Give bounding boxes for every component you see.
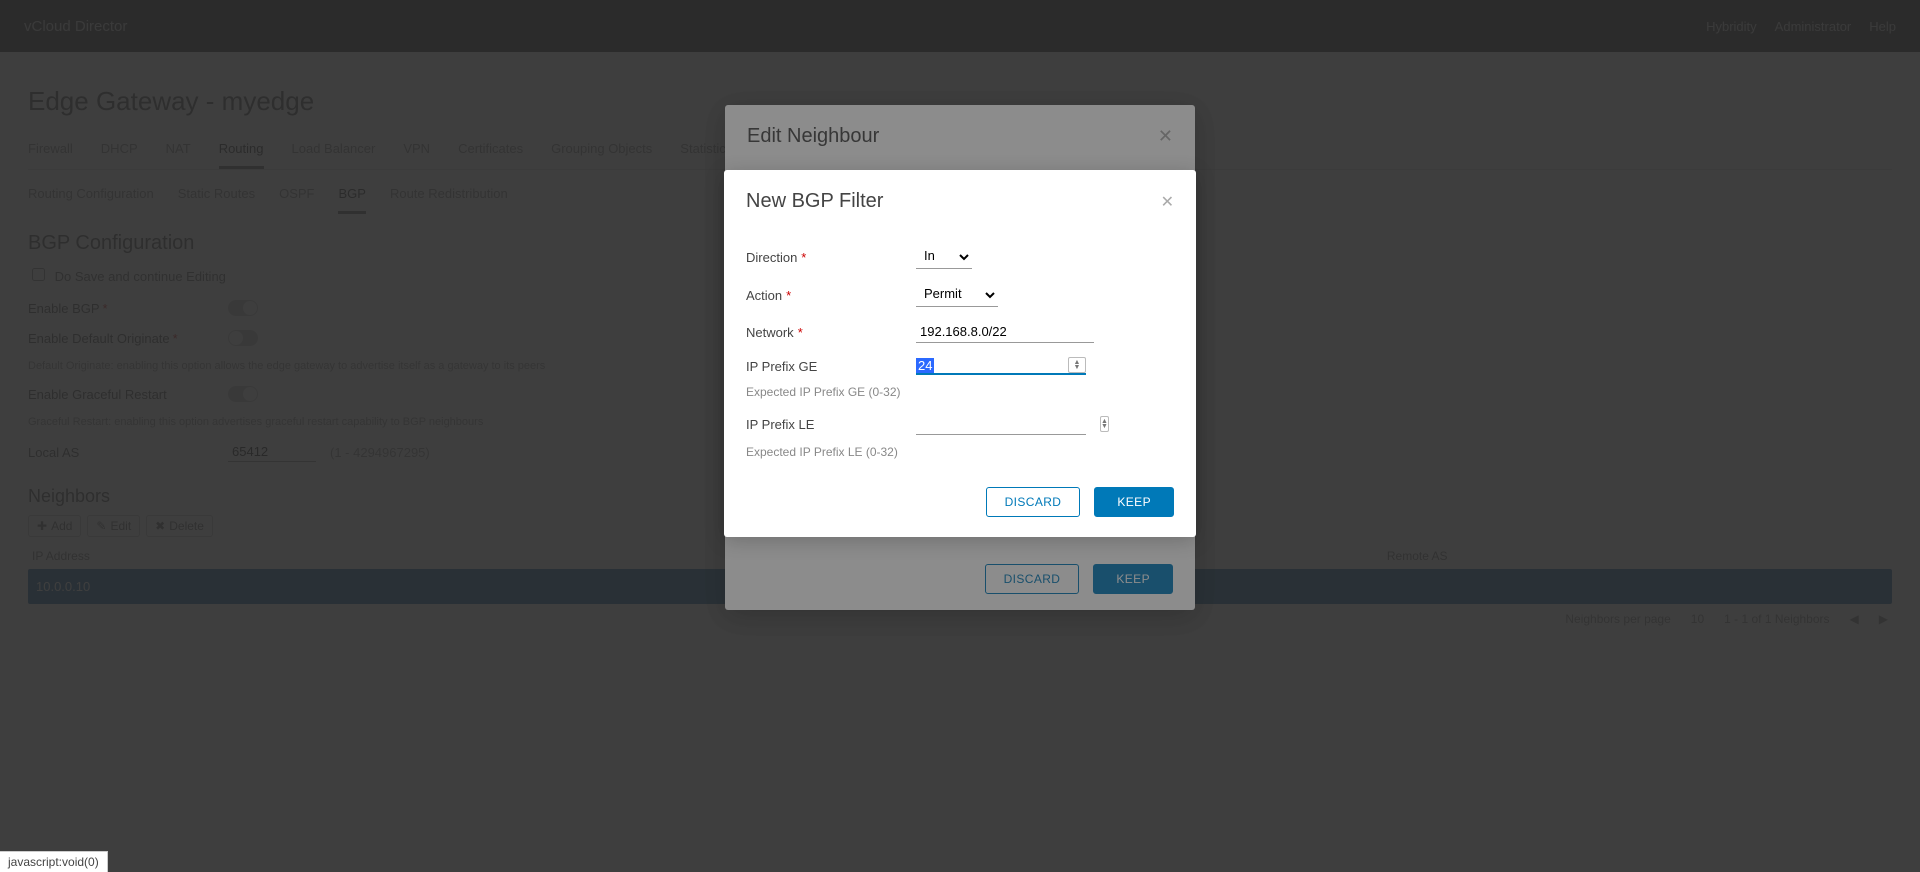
ip-prefix-ge-value[interactable]: 24 <box>916 358 934 373</box>
network-label: Network <box>746 325 794 340</box>
action-label: Action <box>746 288 782 303</box>
ip-prefix-le-hint: Expected IP Prefix LE (0-32) <box>746 445 1174 459</box>
ge-stepper-icon[interactable]: ▲▼ <box>1068 357 1086 373</box>
ip-prefix-ge-hint: Expected IP Prefix GE (0-32) <box>746 385 1174 399</box>
bgp-filter-keep-button[interactable]: KEEP <box>1094 487 1174 517</box>
ip-prefix-ge-label: IP Prefix GE <box>746 359 916 374</box>
status-bar-url: javascript:void(0) <box>0 851 108 872</box>
ip-prefix-le-label: IP Prefix LE <box>746 417 916 432</box>
direction-select[interactable]: In <box>916 245 972 269</box>
le-stepper-icon[interactable]: ▲▼ <box>1100 416 1109 432</box>
bgp-filter-title: New BGP Filter <box>746 190 883 213</box>
bgp-filter-close-icon[interactable]: ✕ <box>1161 192 1174 212</box>
ip-prefix-le-input[interactable] <box>916 413 1100 434</box>
action-select[interactable]: Permit <box>916 283 998 307</box>
direction-label: Direction <box>746 250 797 265</box>
bgp-filter-discard-button[interactable]: DISCARD <box>986 487 1081 517</box>
new-bgp-filter-dialog: New BGP Filter ✕ Direction* In Action* P… <box>724 170 1196 537</box>
network-input[interactable] <box>916 321 1094 343</box>
